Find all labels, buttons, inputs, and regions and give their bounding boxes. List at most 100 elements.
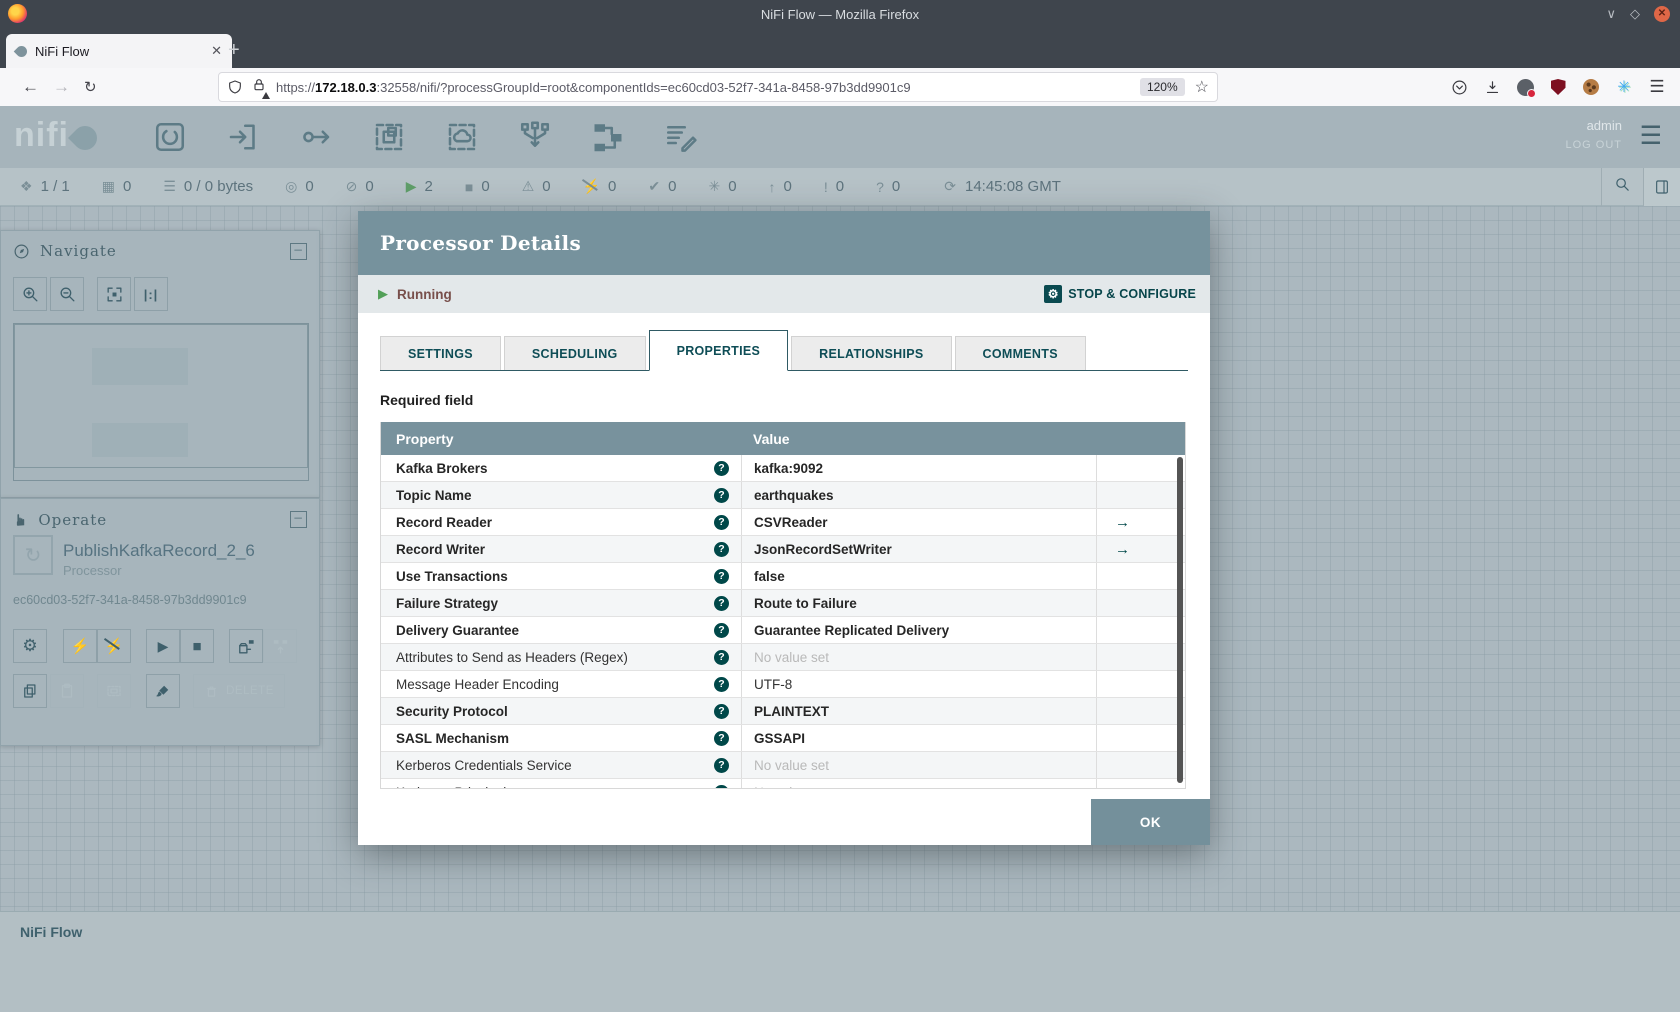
window-titlebar: NiFi Flow — Mozilla Firefox ∨ ◇ ✕ [0,0,1680,28]
enable-button[interactable]: ⚡ [63,629,97,663]
table-row[interactable]: Kerberos Principal? No value set [381,779,1185,788]
reload-button[interactable]: ↻ [84,78,97,96]
save-template-icon[interactable] [229,629,263,663]
minimap-processor [92,423,188,457]
page-zoom-badge[interactable]: 120% [1139,78,1185,96]
search-icon[interactable] [1602,176,1643,198]
help-icon: ? [714,676,729,692]
navigate-panel: Navigate − |:| [0,230,320,498]
account-icon[interactable] [1516,78,1536,98]
nifi-favicon [13,43,30,59]
table-row[interactable]: Security Protocol? PLAINTEXT [381,698,1185,725]
selected-component-id[interactable]: ec60cd03-52f7-341a-8458-97b3dd9901c9 [13,593,247,607]
back-button[interactable]: ← [22,77,39,97]
cert-warning-icon [262,91,270,99]
new-tab-button[interactable]: + [228,38,240,62]
table-row[interactable]: Record Reader? CSVReader → [381,509,1185,536]
label-icon[interactable] [661,114,701,160]
tab-scheduling[interactable]: SCHEDULING [503,336,646,370]
properties-table-body[interactable]: Kafka Brokers? kafka:9092 Topic Name? ea… [381,455,1185,788]
url-text[interactable]: https://172.18.0.3:32558/nifi/?processGr… [276,80,1140,95]
ublock-icon[interactable] [1549,78,1567,96]
goto-service-icon[interactable]: → [1115,514,1130,531]
dialog-body: SETTINGS SCHEDULING PROPERTIES RELATIONS… [358,313,1210,845]
remote-process-group-icon[interactable] [442,114,482,160]
forward-button[interactable]: → [53,77,70,97]
delete-button: DELETE [193,674,285,708]
table-row[interactable]: SASL Mechanism? GSSAPI [381,725,1185,752]
table-row[interactable]: Message Header Encoding? UTF-8 [381,671,1185,698]
table-row[interactable]: Delivery Guarantee? Guarantee Replicated… [381,617,1185,644]
nifi-drop-icon [68,121,102,155]
side-panel-toggle-icon[interactable] [1643,168,1680,206]
processor-icon[interactable] [150,114,190,160]
configuration-button[interactable]: ⚙ [13,629,47,663]
copy-button[interactable] [13,674,47,708]
template-icon[interactable] [588,114,628,160]
window-maximize-icon[interactable]: ◇ [1630,6,1640,22]
table-row[interactable]: Use Transactions? false [381,563,1185,590]
stop-button[interactable]: ■ [180,629,214,663]
table-row[interactable]: Attributes to Send as Headers (Regex)? N… [381,644,1185,671]
tab-relationships[interactable]: RELATIONSHIPS [791,336,952,370]
tab-title: NiFi Flow [35,43,90,59]
logout-link[interactable]: LOG OUT [1565,139,1622,151]
window-close-button[interactable]: ✕ [1654,6,1670,22]
downloads-icon[interactable] [1483,78,1501,96]
goto-service-icon[interactable]: → [1115,541,1130,558]
locally-modified-icon: ✳ [708,178,721,194]
cookie-extension-icon[interactable] [1582,78,1600,96]
bookmark-star-icon[interactable]: ☆ [1195,77,1209,97]
table-row[interactable]: Kafka Brokers? kafka:9092 [381,455,1185,482]
processor-badge-icon: ↻ [13,535,53,575]
disabled-icon: ⚡ [582,178,601,194]
window-shade-icon[interactable]: ∨ [1606,6,1616,22]
table-row[interactable]: Record Writer? JsonRecordSetWriter → [381,536,1185,563]
extension-asterisk-icon[interactable]: ✳ [1615,78,1633,96]
zoom-actual-size-button[interactable]: |:| [134,277,168,311]
collapse-icon[interactable]: − [290,511,307,528]
help-icon: ? [714,730,729,746]
birdseye-minimap[interactable] [13,323,309,481]
dialog-status-bar: ▶ Running ⚙ STOP & CONFIGURE [358,275,1210,313]
stop-and-configure-button[interactable]: ⚙ STOP & CONFIGURE [1044,285,1196,303]
zoom-fit-button[interactable] [97,277,131,311]
table-row[interactable]: Failure Strategy? Route to Failure [381,590,1185,617]
tab-comments[interactable]: COMMENTS [954,336,1086,370]
tab-properties[interactable]: PROPERTIES [648,330,789,371]
help-icon: ? [714,514,729,530]
ok-button[interactable]: OK [1091,799,1210,845]
disable-button[interactable]: ⚡ [97,629,131,663]
shield-icon[interactable] [227,79,243,95]
refresh-icon[interactable]: ⟳ [944,178,956,195]
breadcrumb[interactable]: NiFi Flow [0,912,1680,940]
funnel-icon[interactable] [515,114,555,160]
input-port-icon[interactable] [223,114,263,160]
dialog-title: Processor Details [380,231,581,255]
browser-tab[interactable]: NiFi Flow ✕ [6,34,232,68]
window-title: NiFi Flow — Mozilla Firefox [760,6,920,22]
output-port-icon[interactable] [296,114,336,160]
pocket-icon[interactable] [1450,78,1468,96]
color-brush-button[interactable] [146,674,180,708]
zoom-out-button[interactable] [50,277,84,311]
table-scrollbar[interactable] [1177,457,1183,783]
transmitting-icon: ◎ [285,178,298,194]
table-row[interactable]: Kerberos Credentials Service? No value s… [381,752,1185,779]
browser-menu-icon[interactable]: ☰ [1648,77,1666,96]
url-bar[interactable]: https://172.18.0.3:32558/nifi/?processGr… [218,72,1218,102]
locally-modified-stale-icon: ! [823,178,828,195]
collapse-icon[interactable]: − [290,242,307,260]
properties-table: Property Value Kafka Brokers? kafka:9092… [380,422,1186,789]
minimap-processor [92,348,188,385]
process-group-icon[interactable] [369,114,409,160]
group-button [97,674,131,708]
padlock-icon[interactable] [251,77,270,99]
global-menu-icon[interactable]: ☰ [1640,122,1662,150]
tab-close-icon[interactable]: ✕ [211,43,222,59]
tab-settings[interactable]: SETTINGS [380,336,501,370]
start-button[interactable]: ▶ [146,629,180,663]
running-status-icon: ▶ [378,286,388,301]
zoom-in-button[interactable] [13,277,47,311]
table-row[interactable]: Topic Name? earthquakes [381,482,1185,509]
